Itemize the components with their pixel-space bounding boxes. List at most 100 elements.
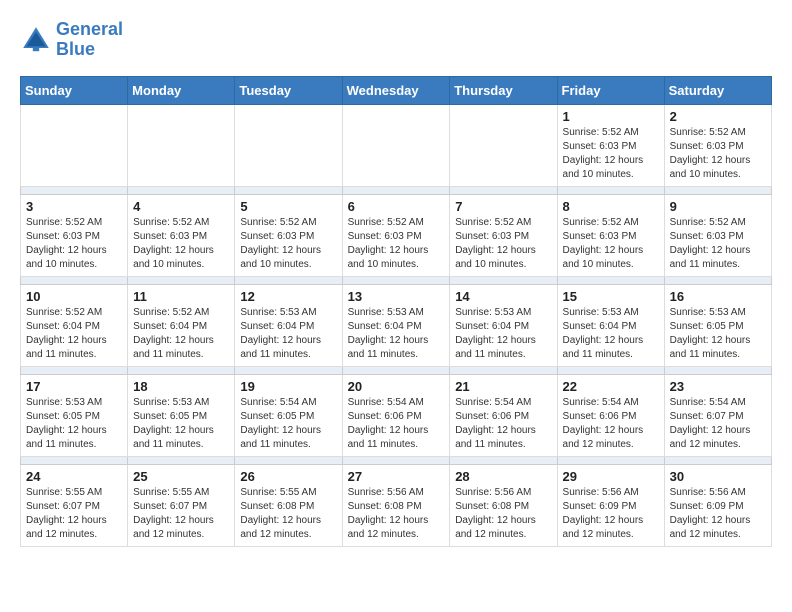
calendar-cell: 15Sunrise: 5:53 AM Sunset: 6:04 PM Dayli… <box>557 284 664 366</box>
day-info: Sunrise: 5:53 AM Sunset: 6:04 PM Dayligh… <box>240 306 336 362</box>
calendar-cell: 16 Sunrise: 5:53 AM Sunset: 6:05 PM Dayli… <box>664 284 771 366</box>
day-number: 13 <box>348 289 445 304</box>
day-number: 5 <box>240 199 336 214</box>
calendar-cell: 9Sunrise: 5:52 AM Sunset: 6:03 PM Daylig… <box>664 194 771 276</box>
day-info: Sunrise: 5:53 AM Sunset: 6:04 PM Dayligh… <box>348 306 445 362</box>
day-info: Sunrise: 5:54 AM Sunset: 6:06 PM Dayligh… <box>348 396 445 452</box>
calendar-cell: 17 Sunrise: 5:53 AM Sunset: 6:05 PM Dayli… <box>21 374 128 456</box>
day-number: 2 <box>670 109 766 124</box>
spacer-cell <box>128 276 235 284</box>
spacer-cell <box>664 276 771 284</box>
calendar-header-row: SundayMondayTuesdayWednesdayThursdayFrid… <box>21 76 772 104</box>
day-info: Sunrise: 5:53 AM Sunset: 6:04 PM Dayligh… <box>563 306 659 362</box>
spacer-cell <box>664 186 771 194</box>
calendar-cell: 18Sunrise: 5:53 AM Sunset: 6:05 PM Dayli… <box>128 374 235 456</box>
calendar-cell: 30 Sunrise: 5:56 AM Sunset: 6:09 PM Dayli… <box>664 464 771 546</box>
day-number: 22 <box>563 379 659 394</box>
calendar-cell: 3 Sunrise: 5:52 AM Sunset: 6:03 PM Daylig… <box>21 194 128 276</box>
calendar-spacer-row <box>21 366 772 374</box>
calendar-cell: 2 Sunrise: 5:52 AM Sunset: 6:03 PM Daylig… <box>664 104 771 186</box>
spacer-cell <box>128 456 235 464</box>
day-info: Sunrise: 5:54 AM Sunset: 6:06 PM Dayligh… <box>455 396 551 452</box>
spacer-cell <box>235 186 342 194</box>
spacer-cell <box>342 366 450 374</box>
spacer-cell <box>21 276 128 284</box>
calendar-cell <box>235 104 342 186</box>
day-info: Sunrise: 5:55 AM Sunset: 6:08 PM Dayligh… <box>240 486 336 542</box>
day-info: Sunrise: 5:52 AM Sunset: 6:03 PM Dayligh… <box>670 126 766 182</box>
calendar-cell: 6Sunrise: 5:52 AM Sunset: 6:03 PM Daylig… <box>342 194 450 276</box>
day-info: Sunrise: 5:52 AM Sunset: 6:03 PM Dayligh… <box>133 216 229 272</box>
calendar-week-row: 10Sunrise: 5:52 AM Sunset: 6:04 PM Dayli… <box>21 284 772 366</box>
spacer-cell <box>21 186 128 194</box>
day-number: 28 <box>455 469 551 484</box>
spacer-cell <box>450 186 557 194</box>
calendar-header-friday: Friday <box>557 76 664 104</box>
calendar-header-saturday: Saturday <box>664 76 771 104</box>
day-info: Sunrise: 5:53 AM Sunset: 6:05 PM Dayligh… <box>26 396 122 452</box>
calendar-cell: 1Sunrise: 5:52 AM Sunset: 6:03 PM Daylig… <box>557 104 664 186</box>
spacer-cell <box>664 366 771 374</box>
logo-text: General Blue <box>56 20 123 60</box>
calendar-cell: 24 Sunrise: 5:55 AM Sunset: 6:07 PM Dayli… <box>21 464 128 546</box>
day-info: Sunrise: 5:52 AM Sunset: 6:03 PM Dayligh… <box>563 216 659 272</box>
day-info: Sunrise: 5:53 AM Sunset: 6:05 PM Dayligh… <box>670 306 766 362</box>
calendar-cell <box>342 104 450 186</box>
calendar-cell: 11Sunrise: 5:52 AM Sunset: 6:04 PM Dayli… <box>128 284 235 366</box>
day-number: 14 <box>455 289 551 304</box>
calendar-header-wednesday: Wednesday <box>342 76 450 104</box>
day-info: Sunrise: 5:54 AM Sunset: 6:06 PM Dayligh… <box>563 396 659 452</box>
calendar-cell: 12 Sunrise: 5:53 AM Sunset: 6:04 PM Dayli… <box>235 284 342 366</box>
day-number: 24 <box>26 469 122 484</box>
calendar-cell: 21 Sunrise: 5:54 AM Sunset: 6:06 PM Dayli… <box>450 374 557 456</box>
calendar-header-thursday: Thursday <box>450 76 557 104</box>
calendar-cell: 4 Sunrise: 5:52 AM Sunset: 6:03 PM Daylig… <box>128 194 235 276</box>
spacer-cell <box>235 366 342 374</box>
calendar-cell: 13 Sunrise: 5:53 AM Sunset: 6:04 PM Dayli… <box>342 284 450 366</box>
day-number: 4 <box>133 199 229 214</box>
day-info: Sunrise: 5:53 AM Sunset: 6:04 PM Dayligh… <box>455 306 551 362</box>
calendar-cell: 27Sunrise: 5:56 AM Sunset: 6:08 PM Dayli… <box>342 464 450 546</box>
day-info: Sunrise: 5:52 AM Sunset: 6:03 PM Dayligh… <box>455 216 551 272</box>
calendar-week-row: 3 Sunrise: 5:52 AM Sunset: 6:03 PM Daylig… <box>21 194 772 276</box>
day-info: Sunrise: 5:55 AM Sunset: 6:07 PM Dayligh… <box>26 486 122 542</box>
day-info: Sunrise: 5:52 AM Sunset: 6:03 PM Dayligh… <box>240 216 336 272</box>
day-number: 17 <box>26 379 122 394</box>
day-number: 26 <box>240 469 336 484</box>
calendar-week-row: 17 Sunrise: 5:53 AM Sunset: 6:05 PM Dayli… <box>21 374 772 456</box>
calendar-table: SundayMondayTuesdayWednesdayThursdayFrid… <box>20 76 772 547</box>
calendar-cell <box>128 104 235 186</box>
day-number: 12 <box>240 289 336 304</box>
logo: General Blue <box>20 20 123 60</box>
day-info: Sunrise: 5:56 AM Sunset: 6:09 PM Dayligh… <box>563 486 659 542</box>
spacer-cell <box>342 186 450 194</box>
day-number: 30 <box>670 469 766 484</box>
day-info: Sunrise: 5:56 AM Sunset: 6:08 PM Dayligh… <box>455 486 551 542</box>
spacer-cell <box>235 456 342 464</box>
day-info: Sunrise: 5:56 AM Sunset: 6:09 PM Dayligh… <box>670 486 766 542</box>
day-info: Sunrise: 5:53 AM Sunset: 6:05 PM Dayligh… <box>133 396 229 452</box>
calendar-week-row: 1Sunrise: 5:52 AM Sunset: 6:03 PM Daylig… <box>21 104 772 186</box>
day-info: Sunrise: 5:54 AM Sunset: 6:05 PM Dayligh… <box>240 396 336 452</box>
day-number: 29 <box>563 469 659 484</box>
calendar-cell <box>21 104 128 186</box>
spacer-cell <box>128 186 235 194</box>
spacer-cell <box>450 456 557 464</box>
day-number: 3 <box>26 199 122 214</box>
logo-icon <box>20 24 52 56</box>
calendar-cell: 7 Sunrise: 5:52 AM Sunset: 6:03 PM Daylig… <box>450 194 557 276</box>
calendar-cell: 19 Sunrise: 5:54 AM Sunset: 6:05 PM Dayli… <box>235 374 342 456</box>
day-info: Sunrise: 5:52 AM Sunset: 6:03 PM Dayligh… <box>348 216 445 272</box>
calendar-header-sunday: Sunday <box>21 76 128 104</box>
day-number: 21 <box>455 379 551 394</box>
day-number: 19 <box>240 379 336 394</box>
calendar-cell: 20Sunrise: 5:54 AM Sunset: 6:06 PM Dayli… <box>342 374 450 456</box>
day-info: Sunrise: 5:52 AM Sunset: 6:03 PM Dayligh… <box>26 216 122 272</box>
day-number: 16 <box>670 289 766 304</box>
day-number: 7 <box>455 199 551 214</box>
spacer-cell <box>342 276 450 284</box>
spacer-cell <box>21 366 128 374</box>
calendar-header-monday: Monday <box>128 76 235 104</box>
calendar-week-row: 24 Sunrise: 5:55 AM Sunset: 6:07 PM Dayli… <box>21 464 772 546</box>
calendar-cell: 14 Sunrise: 5:53 AM Sunset: 6:04 PM Dayli… <box>450 284 557 366</box>
